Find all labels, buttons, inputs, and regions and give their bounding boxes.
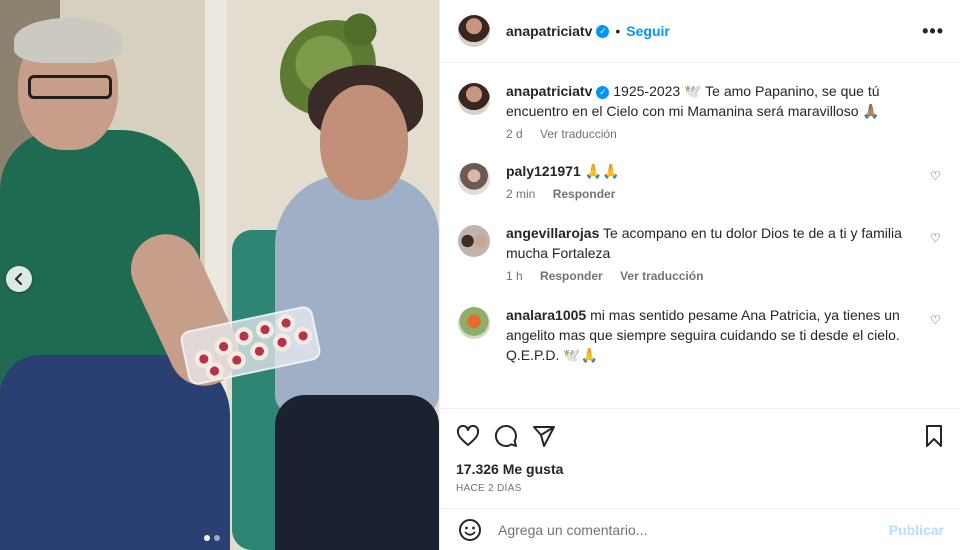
like-comment-heart-icon[interactable]: ♡ <box>930 231 942 245</box>
post-actions: 17.326 Me gusta HACE 2 DÍAS <box>440 408 960 508</box>
follow-button[interactable]: Seguir <box>626 23 670 39</box>
carousel-dot <box>214 535 220 541</box>
save-bookmark-icon[interactable] <box>922 424 946 448</box>
avatar[interactable] <box>458 307 490 339</box>
reply-button[interactable]: Responder <box>553 187 616 201</box>
post-side-panel: anapatriciatv ✓ • Seguir ••• anapatricia… <box>439 0 960 550</box>
caption-translate-link[interactable]: Ver traducción <box>540 127 617 141</box>
caption: anapatriciatv ✓ 1925-2023 🕊️ Te amo Papan… <box>458 81 944 141</box>
comment-username[interactable]: angevillarojas <box>506 225 599 241</box>
post-timestamp: HACE 2 DÍAS <box>456 483 522 494</box>
comment-username[interactable]: analara1005 <box>506 307 586 323</box>
carousel-dots <box>204 535 220 541</box>
reply-button[interactable]: Responder <box>540 269 603 283</box>
avatar[interactable] <box>458 15 490 47</box>
like-comment-heart-icon[interactable]: ♡ <box>930 169 942 183</box>
comment-item: paly121971 🙏🙏 2 min Responder ♡ <box>458 161 944 201</box>
caption-time: 2 d <box>506 127 523 141</box>
photo-plant-leaves <box>340 0 380 60</box>
photo-woman-pants <box>275 395 439 550</box>
action-icons <box>456 421 946 451</box>
verified-badge-icon: ✓ <box>596 24 610 38</box>
share-icon[interactable] <box>532 424 556 448</box>
photo-woman-head <box>320 85 408 200</box>
comment-translate-link[interactable]: Ver traducción <box>620 269 703 283</box>
post-header: anapatriciatv ✓ • Seguir ••• <box>440 0 960 63</box>
photo-glasses <box>28 75 112 99</box>
carousel-dot-active <box>204 535 210 541</box>
comment-item: analara1005 mi mas sentido pesame Ana Pa… <box>458 305 944 365</box>
publish-button[interactable]: Publicar <box>889 522 944 538</box>
header-username[interactable]: anapatriciatv <box>506 23 592 39</box>
more-options-icon[interactable]: ••• <box>922 21 944 42</box>
comment-composer: Publicar <box>440 508 960 550</box>
like-comment-heart-icon[interactable]: ♡ <box>930 313 942 327</box>
likes-count[interactable]: 17.326 Me gusta <box>456 461 946 477</box>
comment-time: 2 min <box>506 187 536 201</box>
comment-input[interactable] <box>498 521 889 538</box>
comment-username[interactable]: paly121971 <box>506 163 581 179</box>
heart-icon[interactable] <box>456 424 480 448</box>
avatar[interactable] <box>458 83 490 115</box>
header-separator: • <box>615 23 621 39</box>
instagram-post: anapatriciatv ✓ • Seguir ••• anapatricia… <box>0 0 960 550</box>
photo-woman-sweater <box>275 175 439 415</box>
comment-time: 1 h <box>506 269 523 283</box>
post-photo[interactable] <box>0 0 439 550</box>
carousel-prev-button[interactable] <box>6 266 32 292</box>
comment-text: 🙏🙏 <box>584 163 620 179</box>
emoji-icon[interactable] <box>458 518 482 542</box>
chevron-left-icon <box>14 273 22 285</box>
comment-item: angevillarojas Te acompano en tu dolor D… <box>458 223 944 283</box>
caption-username[interactable]: anapatriciatv <box>506 83 592 99</box>
comments-list[interactable]: anapatriciatv ✓ 1925-2023 🕊️ Te amo Papan… <box>440 63 960 408</box>
avatar[interactable] <box>458 163 490 195</box>
avatar[interactable] <box>458 225 490 257</box>
photo-man-hair <box>14 18 122 63</box>
comment-icon[interactable] <box>494 424 518 448</box>
verified-badge-icon: ✓ <box>596 86 610 99</box>
